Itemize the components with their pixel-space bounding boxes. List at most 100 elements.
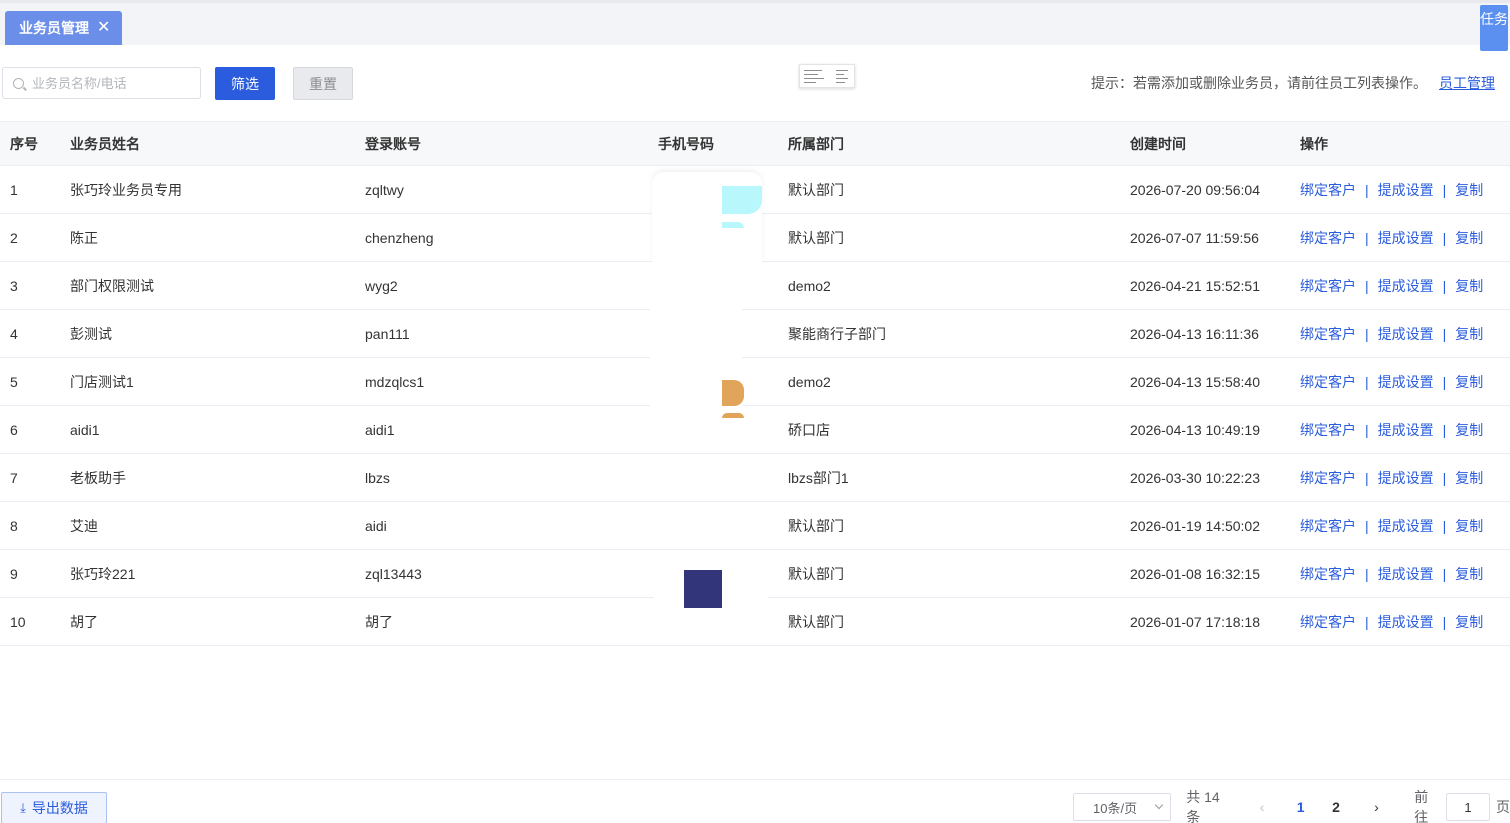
row-account: mdzqlcs1 bbox=[365, 373, 425, 390]
row-created: 2026-01-19 14:50:02 bbox=[1130, 517, 1260, 534]
close-icon[interactable]: ✕ bbox=[97, 20, 110, 36]
tab-label: 业务员管理 bbox=[19, 20, 89, 36]
action-separator: | bbox=[1365, 229, 1369, 246]
commission-settings-link[interactable]: 提成设置 bbox=[1378, 468, 1434, 488]
row-actions: 绑定客户 | 提成设置 | 复制 bbox=[1300, 166, 1483, 213]
row-actions: 绑定客户 | 提成设置 | 复制 bbox=[1300, 550, 1483, 597]
copy-link[interactable]: 复制 bbox=[1455, 564, 1483, 584]
commission-settings-link[interactable]: 提成设置 bbox=[1378, 564, 1434, 584]
bind-customer-link[interactable]: 绑定客户 bbox=[1300, 564, 1356, 584]
copy-link[interactable]: 复制 bbox=[1455, 420, 1483, 440]
overlay-shape bbox=[722, 380, 744, 406]
action-separator: | bbox=[1442, 229, 1447, 246]
action-separator: | bbox=[1442, 613, 1447, 630]
bind-customer-link[interactable]: 绑定客户 bbox=[1300, 276, 1356, 296]
row-account: aidi bbox=[365, 517, 387, 534]
action-separator: | bbox=[1365, 373, 1369, 390]
bind-customer-link[interactable]: 绑定客户 bbox=[1300, 180, 1356, 200]
hint: 提示：若需添加或删除业务员，请前往员工列表操作。 员工管理 bbox=[1091, 73, 1495, 93]
row-actions: 绑定客户 | 提成设置 | 复制 bbox=[1300, 358, 1483, 405]
row-department: 默认部门 bbox=[788, 181, 844, 198]
action-separator: | bbox=[1365, 421, 1369, 438]
bind-customer-link[interactable]: 绑定客户 bbox=[1300, 228, 1356, 248]
commission-settings-link[interactable]: 提成设置 bbox=[1378, 276, 1434, 296]
tab-salesman-management[interactable]: 业务员管理 ✕ bbox=[5, 11, 123, 45]
row-no: 6 bbox=[10, 421, 18, 438]
commission-settings-link[interactable]: 提成设置 bbox=[1378, 516, 1434, 536]
row-department: 默认部门 bbox=[788, 613, 844, 630]
commission-settings-link[interactable]: 提成设置 bbox=[1378, 228, 1434, 248]
commission-settings-link[interactable]: 提成设置 bbox=[1378, 372, 1434, 392]
row-created: 2026-04-13 15:58:40 bbox=[1130, 373, 1260, 390]
row-actions: 绑定客户 | 提成设置 | 复制 bbox=[1300, 598, 1483, 645]
page-1-button[interactable]: 1 bbox=[1288, 799, 1313, 815]
row-actions: 绑定客户 | 提成设置 | 复制 bbox=[1300, 454, 1483, 501]
row-actions: 绑定客户 | 提成设置 | 复制 bbox=[1300, 262, 1483, 309]
commission-settings-link[interactable]: 提成设置 bbox=[1378, 324, 1434, 344]
copy-link[interactable]: 复制 bbox=[1455, 228, 1483, 248]
row-created: 2026-04-13 10:49:19 bbox=[1130, 421, 1260, 438]
page-2-button[interactable]: 2 bbox=[1323, 799, 1348, 815]
row-account: zqltwy bbox=[365, 181, 404, 198]
commission-settings-link[interactable]: 提成设置 bbox=[1378, 180, 1434, 200]
action-separator: | bbox=[1442, 277, 1447, 294]
goto-page-input[interactable] bbox=[1446, 793, 1491, 821]
header-no: 序号 bbox=[10, 135, 38, 152]
row-name: 张巧玲221 bbox=[70, 565, 136, 582]
copy-link[interactable]: 复制 bbox=[1455, 276, 1483, 296]
table-row: 6 aidi1 aidi1 硚口店 2026-04-13 10:49:19 绑定客户 | 提成… bbox=[0, 406, 1510, 454]
table-row: 5 门店测试1 mdzqlcs1 demo2 2026-04-13 15:58:40 绑定… bbox=[0, 358, 1510, 406]
reset-button[interactable]: 重置 bbox=[293, 67, 353, 100]
row-created: 2026-07-07 11:59:56 bbox=[1130, 229, 1259, 246]
copy-link[interactable]: 复制 bbox=[1455, 516, 1483, 536]
row-name: 胡了 bbox=[70, 613, 98, 630]
row-name: 彭测试 bbox=[70, 325, 112, 342]
copy-link[interactable]: 复制 bbox=[1455, 468, 1483, 488]
footer: ⤓ 导出数据 10条/页 共 14 条 ‹ 1 2 › 前往 页 bbox=[0, 779, 1510, 823]
action-separator: | bbox=[1442, 565, 1447, 582]
row-department: 聚能商行子部门 bbox=[788, 325, 886, 342]
download-icon: ⤓ bbox=[20, 800, 26, 815]
commission-settings-link[interactable]: 提成设置 bbox=[1378, 420, 1434, 440]
header-account: 登录账号 bbox=[365, 135, 421, 152]
copy-link[interactable]: 复制 bbox=[1455, 324, 1483, 344]
row-department: demo2 bbox=[788, 373, 831, 390]
goto-page: 前往 页 bbox=[1414, 787, 1510, 823]
page-size-select[interactable]: 10条/页 bbox=[1073, 793, 1172, 821]
row-account: zql13443 bbox=[365, 565, 422, 582]
row-created: 2026-01-08 16:32:15 bbox=[1130, 565, 1260, 582]
row-account: pan111 bbox=[365, 325, 410, 342]
row-account: lbzs bbox=[365, 469, 390, 486]
copy-link[interactable]: 复制 bbox=[1455, 612, 1483, 632]
chevron-left-icon[interactable]: ‹ bbox=[1252, 797, 1272, 817]
bind-customer-link[interactable]: 绑定客户 bbox=[1300, 516, 1356, 536]
search-input[interactable] bbox=[32, 75, 182, 91]
row-department: demo2 bbox=[788, 277, 831, 294]
row-department: 硚口店 bbox=[788, 421, 830, 438]
copy-link[interactable]: 复制 bbox=[1455, 180, 1483, 200]
search-field[interactable] bbox=[2, 67, 201, 99]
action-separator: | bbox=[1365, 469, 1369, 486]
row-actions: 绑定客户 | 提成设置 | 复制 bbox=[1300, 502, 1483, 549]
export-button[interactable]: ⤓ 导出数据 bbox=[1, 792, 107, 823]
overlay-shape bbox=[722, 222, 744, 228]
chevron-right-icon[interactable]: › bbox=[1367, 797, 1387, 817]
bind-customer-link[interactable]: 绑定客户 bbox=[1300, 468, 1356, 488]
row-name: 艾迪 bbox=[70, 517, 98, 534]
bind-customer-link[interactable]: 绑定客户 bbox=[1300, 612, 1356, 632]
row-account: chenzheng bbox=[365, 229, 434, 246]
employee-management-link[interactable]: 员工管理 bbox=[1439, 73, 1495, 93]
commission-settings-link[interactable]: 提成设置 bbox=[1378, 612, 1434, 632]
table-row: 7 老板助手 lbzs lbzs部门1 2026-03-30 10:22:23 绑定客户 |… bbox=[0, 454, 1510, 502]
action-separator: | bbox=[1442, 181, 1447, 198]
overlay-shape bbox=[650, 262, 742, 452]
page: 业务员管理 ✕ 任务 筛选 重置 提示：若需添加或删除业务员，请前往员工列表操作… bbox=[0, 0, 1510, 823]
task-button[interactable]: 任务 bbox=[1480, 5, 1508, 51]
bind-customer-link[interactable]: 绑定客户 bbox=[1300, 324, 1356, 344]
copy-link[interactable]: 复制 bbox=[1455, 372, 1483, 392]
pagination: 10条/页 共 14 条 ‹ 1 2 › 前往 页 bbox=[1073, 789, 1510, 823]
bind-customer-link[interactable]: 绑定客户 bbox=[1300, 420, 1356, 440]
filter-button[interactable]: 筛选 bbox=[215, 67, 275, 100]
bind-customer-link[interactable]: 绑定客户 bbox=[1300, 372, 1356, 392]
row-no: 5 bbox=[10, 373, 18, 390]
